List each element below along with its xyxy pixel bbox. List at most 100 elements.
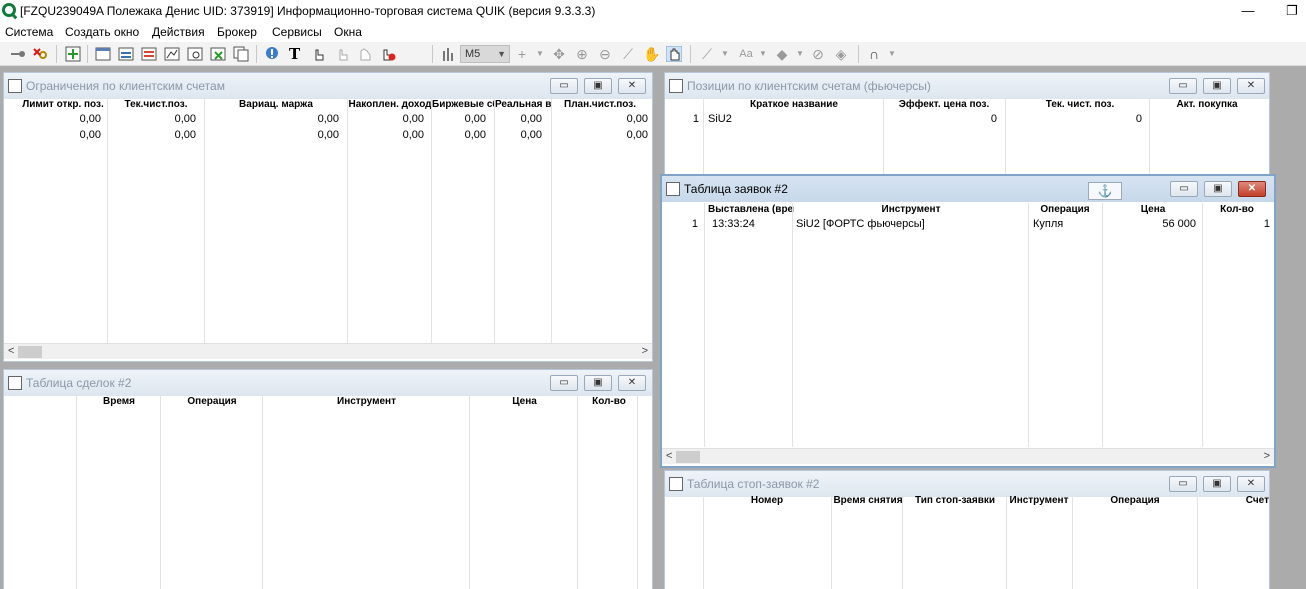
zoom-out-icon[interactable]: ⊖ — [597, 46, 613, 62]
orders-table-icon[interactable] — [141, 46, 157, 62]
menu-actions[interactable]: Действия — [152, 25, 205, 39]
col-operation[interactable]: Операция — [1030, 204, 1100, 215]
window-header[interactable]: Таблица заявок #2 ⚓ ▭ ▣ ✕ — [662, 176, 1274, 202]
app-minimize-button[interactable]: — — [1238, 2, 1258, 20]
maximize-button[interactable]: ▣ — [584, 375, 612, 391]
col-effective-price[interactable]: Эффект. цена поз. — [885, 99, 1003, 110]
col-price[interactable]: Цена — [471, 396, 578, 407]
menu-create-window[interactable]: Создать окно — [65, 25, 139, 39]
hand-gray2-icon[interactable] — [357, 46, 373, 62]
window-deals[interactable]: Таблица сделок #2 ▭ ▣ ✕ Время Операция И… — [3, 369, 653, 589]
key-icon[interactable] — [10, 46, 26, 62]
anchor-button[interactable]: ⚓ — [1088, 182, 1122, 200]
move-icon[interactable]: ✥ — [551, 46, 567, 62]
col-cancel-time[interactable]: Время снятия — [833, 495, 903, 506]
cancel-order-icon[interactable] — [210, 46, 226, 62]
minimize-button[interactable]: ▭ — [1169, 78, 1197, 94]
interval-select[interactable]: M5 ▼ — [460, 45, 510, 63]
chevron-down-icon[interactable]: ▼ — [755, 46, 771, 62]
window-stop-orders[interactable]: Таблица стоп-заявок #2 ▭ ▣ ✕ Номер Время… — [664, 470, 1270, 589]
font-tool-icon[interactable]: Aa — [735, 46, 757, 62]
app-restore-button[interactable]: ❐ — [1282, 2, 1302, 20]
col-stop-type[interactable]: Тип стоп-заявки — [903, 495, 1007, 506]
quotes-icon[interactable] — [118, 46, 134, 62]
current-table-icon[interactable] — [95, 46, 111, 62]
scroll-thumb[interactable] — [18, 346, 42, 358]
maximize-button[interactable]: ▣ — [584, 78, 612, 94]
col-instrument[interactable]: Инструмент — [794, 204, 1028, 215]
window-header[interactable]: Позиции по клиентским счетам (фьючерсы) … — [665, 73, 1269, 99]
col-number[interactable]: Номер — [705, 495, 829, 506]
window-header[interactable]: Ограничения по клиентским счетам ▭ ▣ ✕ — [4, 73, 652, 99]
hand-stop-icon[interactable] — [380, 46, 396, 62]
add-window-icon[interactable] — [65, 46, 81, 62]
col-instrument[interactable]: Инструмент — [1007, 495, 1071, 506]
horizontal-scrollbar[interactable]: < > — [662, 448, 1274, 464]
key-disconnect-icon[interactable] — [32, 46, 48, 62]
close-button[interactable]: ✕ — [1237, 78, 1265, 94]
deals-icon[interactable] — [164, 46, 180, 62]
chevron-down-icon[interactable]: ▼ — [792, 46, 808, 62]
chevron-down-icon[interactable]: ▼ — [717, 46, 733, 62]
col-net-position[interactable]: Тек. чист. поз. — [1010, 99, 1150, 110]
minimize-button[interactable]: ▭ — [1170, 181, 1198, 197]
col-quantity[interactable]: Кол-во — [579, 396, 639, 407]
window-orders[interactable]: Таблица заявок #2 ⚓ ▭ ▣ ✕ Выставлена (вр… — [660, 174, 1276, 468]
col-placed-time[interactable]: Выставлена (врем — [708, 204, 794, 215]
col-planned-net[interactable]: План.чист.поз. — [552, 99, 648, 110]
window-client-limits[interactable]: Ограничения по клиентским счетам ▭ ▣ ✕ Л… — [3, 72, 653, 362]
crosshair-icon[interactable]: + — [514, 46, 530, 62]
close-button[interactable]: ✕ — [618, 375, 646, 391]
col-variation-margin[interactable]: Вариац. маржа — [205, 99, 347, 110]
zoom-in-icon[interactable]: ⊕ — [574, 46, 590, 62]
maximize-button[interactable]: ▣ — [1204, 181, 1232, 197]
menu-broker[interactable]: Брокер — [217, 25, 257, 39]
text-tool-icon[interactable]: T — [289, 45, 300, 63]
window-positions-futures[interactable]: Позиции по клиентским счетам (фьючерсы) … — [664, 72, 1270, 182]
close-button[interactable]: ✕ — [1238, 181, 1266, 197]
alert-icon[interactable] — [264, 46, 280, 62]
minimize-button[interactable]: ▭ — [550, 375, 578, 391]
copy-table-icon[interactable] — [233, 46, 249, 62]
window-header[interactable]: Таблица сделок #2 ▭ ▣ ✕ — [4, 370, 652, 396]
col-accumulated-income[interactable]: Накоплен. доход — [348, 99, 432, 110]
hand-gray-icon[interactable] — [334, 46, 350, 62]
scroll-thumb[interactable] — [676, 451, 700, 463]
menu-services[interactable]: Сервисы — [272, 25, 322, 39]
pan-hand-active-icon[interactable] — [666, 46, 682, 62]
maximize-button[interactable]: ▣ — [1203, 78, 1231, 94]
line-tool-icon[interactable]: ⟋ — [699, 46, 715, 62]
scroll-left-icon[interactable]: < — [666, 450, 672, 462]
bar-chart-icon[interactable] — [441, 46, 457, 62]
fill-tool-icon[interactable]: ◆ — [774, 46, 790, 62]
col-account[interactable]: Счет — [1199, 495, 1269, 506]
col-price[interactable]: Цена — [1104, 204, 1202, 215]
maximize-button[interactable]: ▣ — [1203, 476, 1231, 492]
col-net-position[interactable]: Тек.чист.поз. — [108, 99, 204, 110]
search-table-icon[interactable] — [187, 46, 203, 62]
col-operation[interactable]: Операция — [162, 396, 262, 407]
ruler-icon[interactable]: ⟋ — [620, 46, 636, 62]
scroll-right-icon[interactable]: > — [1264, 450, 1270, 462]
close-button[interactable]: ✕ — [1237, 476, 1265, 492]
minimize-button[interactable]: ▭ — [550, 78, 578, 94]
col-quantity[interactable]: Кол-во — [1204, 204, 1270, 215]
chevron-down-icon[interactable]: ▼ — [532, 46, 548, 62]
scroll-right-icon[interactable]: > — [642, 345, 648, 357]
scroll-left-icon[interactable]: < — [8, 345, 14, 357]
col-operation[interactable]: Операция — [1073, 495, 1197, 506]
col-active-buy[interactable]: Акт. покупка — [1151, 99, 1263, 110]
col-exchange-fees[interactable]: Биржевые сб — [432, 99, 494, 110]
col-short-name[interactable]: Краткое название — [705, 99, 883, 110]
menu-system[interactable]: Система — [5, 25, 53, 39]
minimize-button[interactable]: ▭ — [1169, 476, 1197, 492]
delete-drawings-icon[interactable]: ◈ — [833, 46, 849, 62]
hide-drawings-icon[interactable]: ⊘ — [810, 46, 826, 62]
hand-point-icon[interactable] — [310, 46, 326, 62]
chevron-down-icon[interactable]: ▼ — [884, 46, 900, 62]
close-button[interactable]: ✕ — [618, 78, 646, 94]
col-instrument[interactable]: Инструмент — [264, 396, 469, 407]
col-time[interactable]: Время — [78, 396, 160, 407]
hand-tool-icon[interactable]: ✋ — [643, 46, 660, 62]
col-real-var[interactable]: Реальная в. — [495, 99, 551, 110]
